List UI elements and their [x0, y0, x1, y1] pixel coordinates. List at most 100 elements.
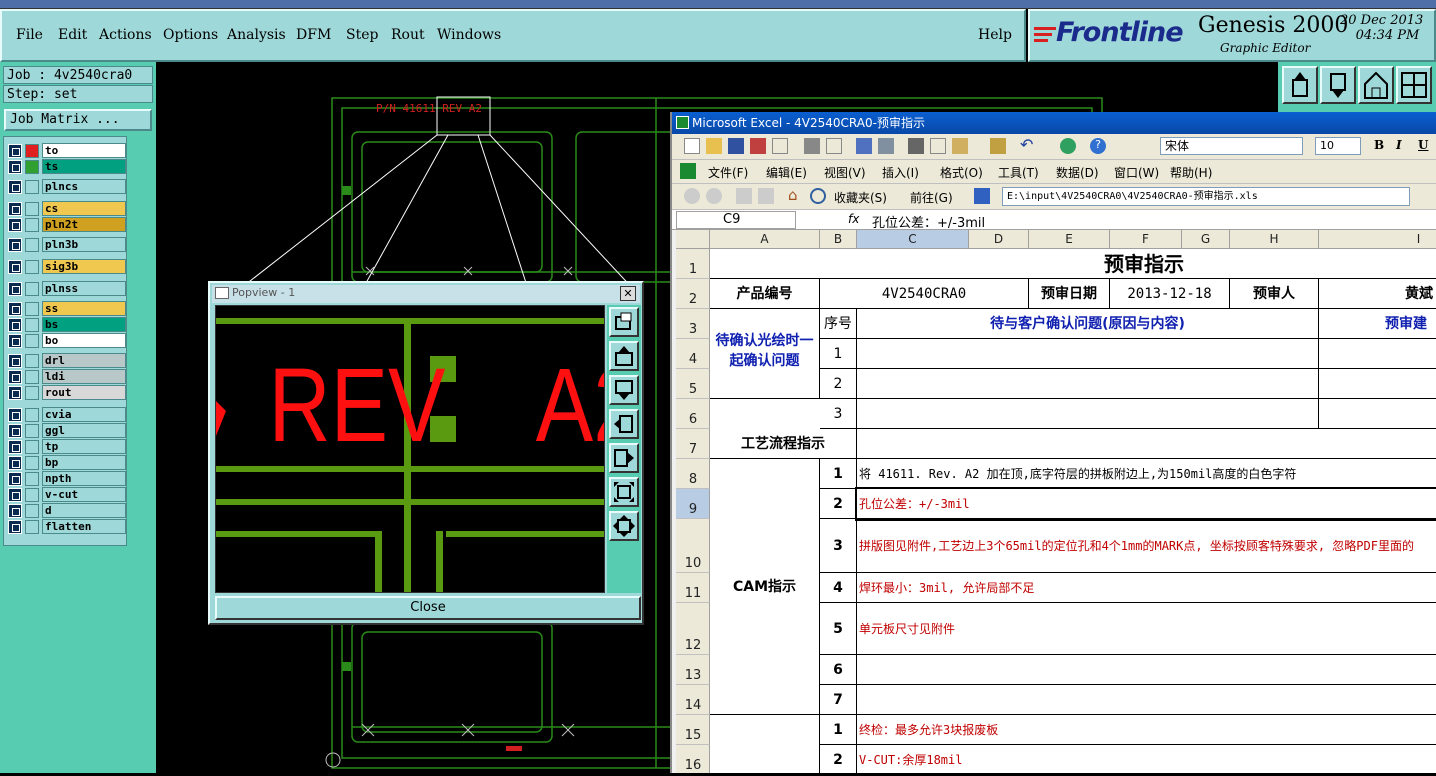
search-web-icon[interactable] — [810, 188, 826, 204]
layer-row[interactable]: d — [8, 503, 126, 518]
menu-step[interactable]: Step — [346, 27, 378, 43]
column-header[interactable]: C — [857, 230, 969, 249]
pan-right-icon[interactable] — [609, 443, 639, 473]
home-icon[interactable] — [1358, 66, 1394, 104]
print-icon[interactable] — [804, 138, 820, 154]
function-icon[interactable]: fx — [848, 212, 859, 226]
show-web-toolbar-icon[interactable] — [974, 188, 990, 204]
menu-item[interactable]: 窗口(W) — [1114, 164, 1159, 181]
font-size-select[interactable]: 10 — [1315, 137, 1361, 155]
layer-name[interactable]: sig3b — [42, 259, 126, 274]
cut-icon[interactable] — [908, 138, 924, 154]
layer-name[interactable]: npth — [42, 471, 126, 486]
layer-name[interactable]: bo — [42, 333, 126, 348]
pan-down-icon[interactable] — [609, 375, 639, 405]
row-header[interactable]: 13 — [676, 655, 710, 685]
menu-item[interactable]: 编辑(E) — [766, 164, 807, 181]
row-header[interactable]: 4 — [676, 339, 710, 369]
final-instruction[interactable]: V-CUT:余厚18mil — [857, 745, 1436, 773]
goto-menu[interactable]: 前往(G) — [910, 189, 953, 206]
seq-cell[interactable]: 2 — [820, 369, 857, 399]
layer-checkbox[interactable] — [8, 160, 22, 174]
layer-row[interactable]: pln2t — [8, 217, 126, 232]
row-header[interactable]: 14 — [676, 685, 710, 715]
menu-item[interactable]: 格式(O) — [940, 164, 983, 181]
cell[interactable]: 产品编号 — [710, 279, 820, 309]
menu-dfm[interactable]: DFM — [296, 27, 331, 43]
close-button[interactable]: Close — [215, 596, 641, 620]
cell[interactable] — [710, 715, 820, 773]
layer-checkbox[interactable] — [8, 472, 22, 486]
final-instruction[interactable]: 终检：最多允许3块报废板 — [857, 715, 1436, 745]
confirm-label[interactable]: 待确认光绘时一起确认问题 — [710, 309, 820, 399]
row-header[interactable]: 10 — [676, 519, 710, 573]
menu-item[interactable]: 插入(I) — [882, 164, 919, 181]
layer-checkbox[interactable] — [8, 424, 22, 438]
layer-name[interactable]: ldi — [42, 369, 126, 384]
layer-row[interactable]: ts — [8, 159, 126, 174]
preview-icon[interactable] — [826, 138, 842, 154]
layer-row[interactable]: to — [8, 143, 126, 158]
new-icon[interactable] — [684, 138, 700, 154]
layer-row[interactable]: bs — [8, 317, 126, 332]
layer-name[interactable]: bs — [42, 317, 126, 332]
seq-cell[interactable]: 6 — [820, 655, 857, 685]
cell[interactable]: 预审人 — [1230, 279, 1319, 309]
layer-checkbox[interactable] — [8, 504, 22, 518]
layer-checkbox[interactable] — [8, 354, 22, 368]
address-field[interactable]: E:\input\4V2540CRA0\4V2540CRA0-预审指示.xls — [1002, 187, 1410, 206]
column-header[interactable]: F — [1110, 230, 1182, 249]
refresh-icon[interactable] — [758, 188, 774, 204]
menu-options[interactable]: Options — [163, 27, 218, 43]
layer-row[interactable]: plncs — [8, 179, 126, 194]
process-label[interactable]: 工艺流程指示 — [710, 429, 857, 459]
close-icon[interactable]: ✕ — [620, 286, 636, 301]
layer-name[interactable]: d — [42, 503, 126, 518]
cam-instruction[interactable] — [857, 655, 1436, 685]
row-header[interactable]: 11 — [676, 573, 710, 603]
menu-actions[interactable]: Actions — [99, 27, 152, 43]
layer-row[interactable]: v-cut — [8, 487, 126, 502]
cell[interactable]: 2013-12-18 — [1110, 279, 1230, 309]
download-icon[interactable] — [1320, 66, 1356, 104]
menu-item[interactable]: 数据(D) — [1056, 164, 1099, 181]
row-header[interactable]: 3 — [676, 309, 710, 339]
layer-name[interactable]: plncs — [42, 179, 126, 194]
layer-row[interactable]: flatten — [8, 519, 126, 534]
cam-instruction[interactable]: 焊环最小：3mil, 允许局部不足 — [857, 573, 1436, 603]
seq-cell[interactable]: 2 — [820, 745, 857, 773]
cam-instruction[interactable] — [857, 685, 1436, 715]
cam-label[interactable]: CAM指示 — [710, 459, 820, 715]
name-box[interactable]: C9 — [676, 211, 796, 229]
column-header[interactable]: G — [1182, 230, 1230, 249]
upload-icon[interactable] — [1282, 66, 1318, 104]
row-header[interactable]: 15 — [676, 715, 710, 745]
menu-item[interactable]: 视图(V) — [824, 164, 866, 181]
row-header[interactable]: 16 — [676, 745, 710, 773]
layer-checkbox[interactable] — [8, 408, 22, 422]
seq-cell[interactable]: 1 — [820, 339, 857, 369]
format-painter-icon[interactable] — [990, 138, 1006, 154]
select-all[interactable] — [676, 230, 710, 249]
layer-checkbox[interactable] — [8, 260, 22, 274]
layer-name[interactable]: tp — [42, 439, 126, 454]
layer-row[interactable]: bo — [8, 333, 126, 348]
row-header[interactable]: 7 — [676, 429, 710, 459]
layer-row[interactable]: tp — [8, 439, 126, 454]
forward-icon[interactable] — [706, 188, 722, 204]
layer-row[interactable]: bp — [8, 455, 126, 470]
layer-checkbox[interactable] — [8, 180, 22, 194]
cell[interactable] — [1319, 399, 1436, 429]
hyperlink-icon[interactable] — [1060, 138, 1076, 154]
seq-cell[interactable]: 2 — [820, 489, 857, 519]
seq-cell[interactable]: 3 — [820, 519, 857, 573]
layer-name[interactable]: pln2t — [42, 217, 126, 232]
layer-name[interactable]: cs — [42, 201, 126, 216]
layer-checkbox[interactable] — [8, 202, 22, 216]
sheet-title[interactable]: 预审指示 — [710, 249, 1436, 279]
mail-icon[interactable] — [772, 138, 788, 154]
row-header[interactable]: 9 — [676, 489, 710, 519]
pan-up-icon[interactable] — [609, 341, 639, 371]
menu-edit[interactable]: Edit — [58, 27, 87, 43]
layer-name[interactable]: ts — [42, 159, 126, 174]
